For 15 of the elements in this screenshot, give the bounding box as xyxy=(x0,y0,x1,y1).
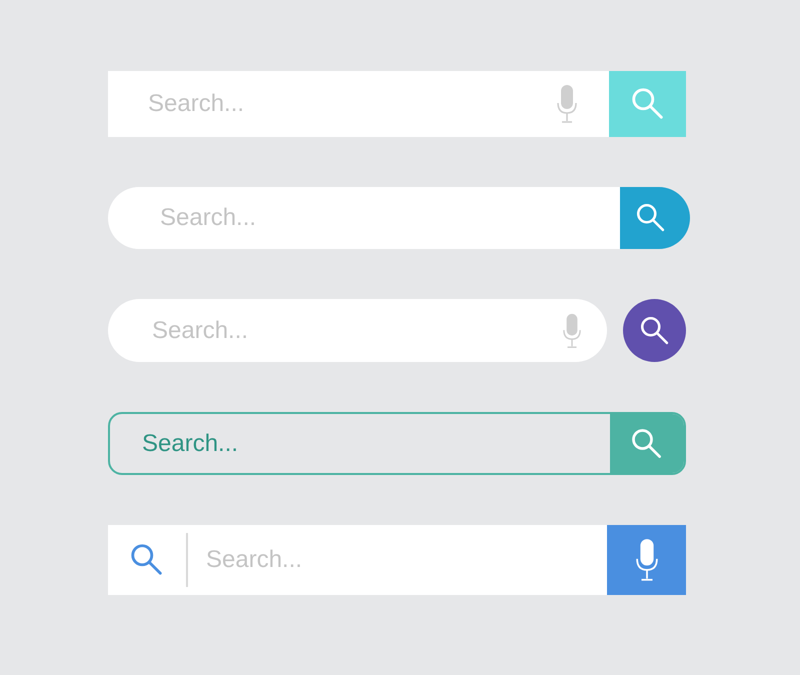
search-button[interactable] xyxy=(620,187,690,249)
search-bar[interactable]: Search... xyxy=(108,412,686,475)
microphone-icon xyxy=(636,538,658,582)
voice-search-button[interactable] xyxy=(607,525,686,595)
search-bar[interactable]: Search... xyxy=(108,525,607,595)
search-bar[interactable]: Search... xyxy=(108,299,607,362)
search-field[interactable]: Search... xyxy=(152,312,563,348)
search-field[interactable]: Search... xyxy=(142,426,610,462)
search-bar[interactable]: Search... xyxy=(108,187,620,249)
search-bar[interactable]: Search... xyxy=(108,71,609,137)
microphone-icon[interactable] xyxy=(563,312,581,350)
search-field[interactable]: Search... xyxy=(148,86,557,122)
search-field[interactable]: Search... xyxy=(188,542,607,578)
search-field[interactable]: Search... xyxy=(160,200,620,236)
microphone-icon[interactable] xyxy=(557,84,577,124)
